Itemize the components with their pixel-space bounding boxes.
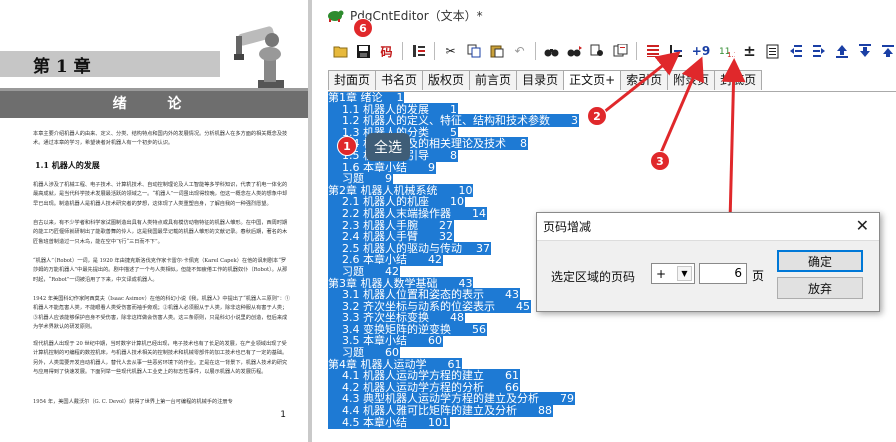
app-logo-icon [328,10,344,22]
title-bar: PdgCntEditor（文本）* [316,0,896,30]
paragraph: 机器人涉及了机械工程、电子技术、计算机技术、自动控制理论及人工智能等多学科知识，… [33,182,288,207]
indent-right-icon[interactable] [808,40,829,62]
indent-left-icon[interactable] [785,40,806,62]
chapter-title: 第 1 章 [33,57,91,77]
ok-button[interactable]: 确定 [777,250,863,272]
find-next-icon[interactable] [564,40,585,62]
toolbar-divider [434,42,435,60]
plus-minus-button[interactable]: ± [739,40,760,62]
page-range-label: 选定区域的页码 [551,270,636,284]
save-icon[interactable] [353,40,374,62]
find-icon[interactable] [541,40,562,62]
tab-body[interactable]: 正文页+ [563,70,622,90]
tab-contents[interactable]: 目录页 [516,70,565,90]
close-icon[interactable]: ✕ [856,216,869,235]
select-all-hint: 全选 [366,133,410,161]
undo-icon[interactable]: ↶ [509,40,530,62]
sign-value: + [656,266,667,281]
toolbar-divider [535,42,536,60]
paragraph: 1942 年美国科幻作家阿西莫夫（Isaac Asimov）在他的科幻小说《我，… [33,296,290,331]
toc-line[interactable]: 习题 60 [328,346,896,360]
tab-appendix[interactable]: 附录页 [667,70,716,90]
replace-all-icon[interactable] [610,40,631,62]
toc-line[interactable]: 习题 9 [328,172,896,186]
svg-text:1.1: 1.1 [727,51,735,58]
toc-line[interactable]: 3.5 本章小结 60 [328,334,896,348]
unit-label: 页 [752,269,765,283]
robot-arm-illustration [234,26,284,94]
step-badge-3: 3 [650,151,670,171]
chapter-intro: 本章主要介绍机器人的由来、定义、分类、结构特点和国内外的发展情况。分析机器人在多… [33,131,288,147]
cut-icon[interactable]: ✂ [440,40,461,62]
outline-icon[interactable] [408,40,429,62]
step-badge-1: 1 [337,136,357,156]
paste-icon[interactable] [486,40,507,62]
paragraph: 1954 年，美国人戴沃尔（G. C. Devol）获得了世界上第一台可编程的机… [33,399,233,405]
toc-line[interactable]: 1.6 本章小结 9 [328,160,896,174]
toolbar-divider [636,42,637,60]
toc-line[interactable]: 1.5 机器学习引导 8 [328,148,896,162]
move-up-icon[interactable] [831,40,852,62]
tab-copyright[interactable]: 版权页 [422,70,471,90]
toc-line[interactable]: 第1章 绪论 1 [328,92,896,104]
dialog-title: 页码增减 [537,213,879,241]
sign-select[interactable]: + ▼ [651,263,695,284]
toolbar: 码 ✂ ↶ +9 11 1. ± [330,36,896,66]
section-title: 绪 论 [112,96,200,112]
cancel-button[interactable]: 放弃 [777,277,863,299]
tab-title-page[interactable]: 书名页 [375,70,424,90]
move-first-icon[interactable] [877,40,896,62]
tab-index[interactable]: 索引页 [620,70,669,90]
screen: 第 1 章 绪 论 本章主要介绍机器人的由来、定义、分类、结构特点和国内外的发展… [0,0,896,442]
tab-cover[interactable]: 封面页 [328,70,377,90]
doc-icon[interactable] [762,40,783,62]
book-page-preview: 第 1 章 绪 论 本章主要介绍机器人的由来、定义、分类、结构特点和国内外的发展… [0,0,312,442]
open-icon[interactable] [330,40,351,62]
paragraph: “机器人”（Robot）一词，是 1920 年由捷克斯洛伐克作家卡雷尔·卡佩克（… [33,258,288,283]
page-number-icon[interactable]: 111.1 [716,40,737,62]
level-icon[interactable] [665,40,686,62]
page-offset-input[interactable]: 6 [699,263,747,284]
chevron-down-icon[interactable]: ▼ [677,266,692,281]
tab-back-cover[interactable]: 封底页 [714,70,763,90]
page-type-tabs: 封面页 书名页 版权页 前言页 目录页 正文页+ 索引页 附录页 封底页 [328,70,763,90]
step-badge-6: 6 [353,18,373,38]
toc-line[interactable]: 4.4 机器人雅可比矩阵的建立及分析 88 [328,404,896,418]
paragraph: 现代机器人出现于 20 世纪中期，当时数字计算机已经出现，电子技术也有了长足的发… [33,341,288,376]
toolbar-divider [402,42,403,60]
paragraph: 自古以来，有不少学者和科学家试图制造出具有人类特点或具有模仿动物特征的机器人雏形… [33,220,288,245]
section-heading: 1.1 机器人的发展 [35,160,100,170]
align-right-icon[interactable] [642,40,663,62]
step-badge-2: 2 [587,106,607,126]
replace-icon[interactable] [587,40,608,62]
move-down-icon[interactable] [854,40,875,62]
page-shift-button[interactable]: +9 [688,40,714,62]
page-mark-button[interactable]: 码 [376,40,397,62]
page-offset-dialog: 页码增减 ✕ 选定区域的页码 + ▼ 6 页 确定 放弃 [536,212,880,312]
tab-preface[interactable]: 前言页 [469,70,518,90]
toc-line[interactable]: 4.5 本章小结 101 [328,415,896,429]
copy-icon[interactable] [463,40,484,62]
page-number: 1 [280,410,286,420]
